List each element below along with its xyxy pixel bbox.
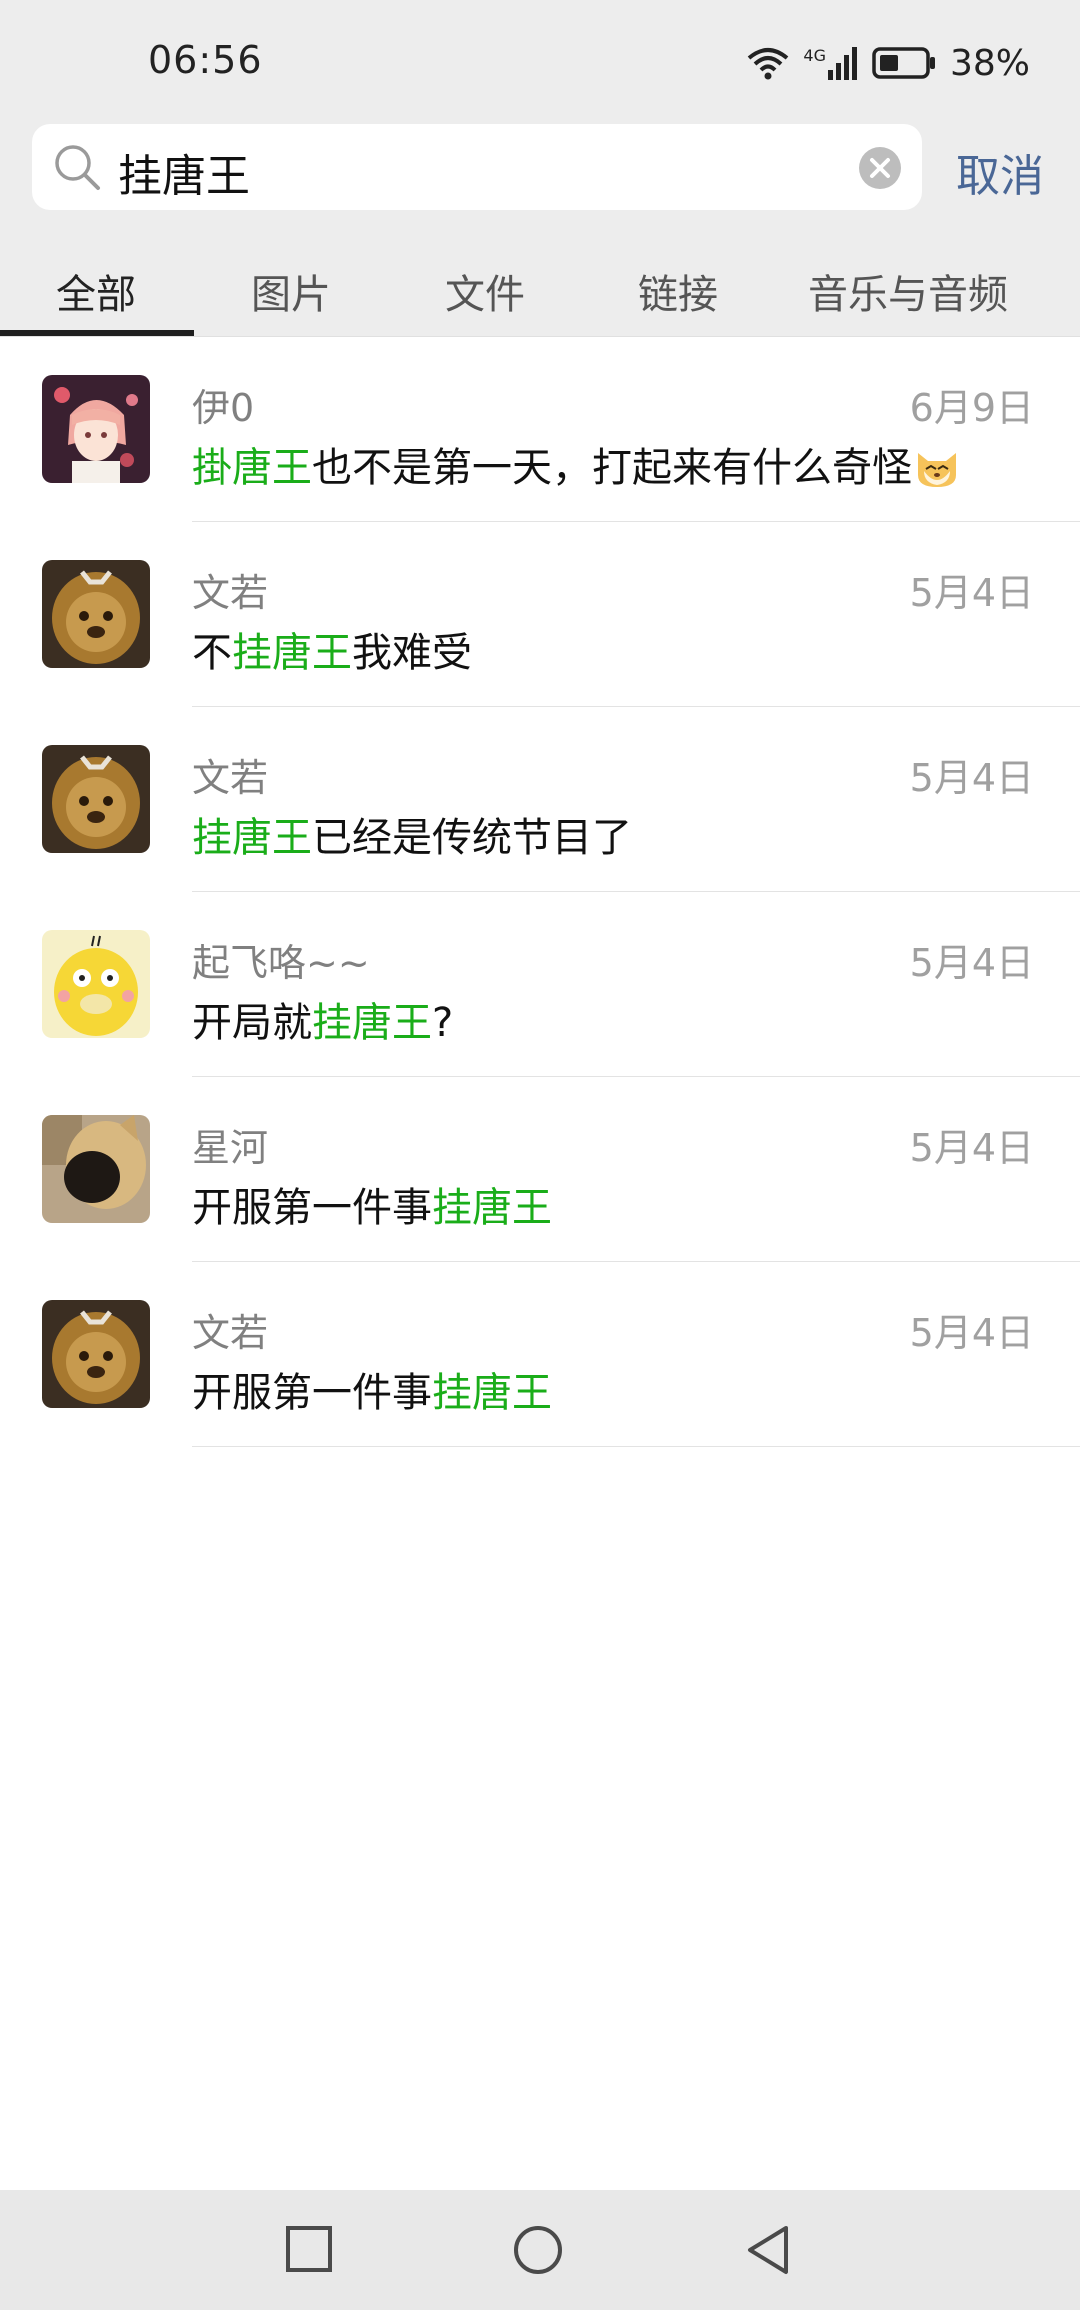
message-snippet: 开服第一件事挂唐王 bbox=[192, 1360, 552, 1418]
tab-files[interactable]: 文件 bbox=[445, 262, 525, 320]
list-item[interactable]: 文若 5月4日 挂唐王已经是传统节目了 bbox=[0, 707, 1080, 892]
cellular-signal-icon: 4G bbox=[803, 46, 858, 80]
back-icon[interactable] bbox=[742, 2224, 794, 2280]
list-item[interactable]: 星河 5月4日 开服第一件事挂唐王 bbox=[0, 1077, 1080, 1262]
cancel-button[interactable]: 取消 bbox=[956, 140, 1044, 204]
avatar bbox=[42, 1115, 150, 1223]
search-query-text: 挂唐王 bbox=[118, 151, 250, 202]
message-date: 5月4日 bbox=[909, 756, 1034, 800]
tab-images[interactable]: 图片 bbox=[251, 262, 331, 320]
avatar bbox=[42, 375, 150, 483]
message-snippet: 不挂唐王我难受 bbox=[192, 620, 472, 678]
divider bbox=[192, 1446, 1080, 1447]
sender-name: 文若 bbox=[192, 756, 269, 800]
system-nav-bar bbox=[0, 2190, 1080, 2310]
tab-all[interactable]: 全部 bbox=[56, 262, 136, 320]
message-date: 5月4日 bbox=[909, 571, 1034, 615]
search-icon bbox=[52, 142, 102, 196]
keyword-highlight: 挂唐王 bbox=[432, 1370, 552, 1416]
message-prefix: 开局就 bbox=[192, 1000, 312, 1046]
avatar bbox=[42, 560, 150, 668]
clear-icon[interactable] bbox=[858, 146, 902, 194]
sender-name: 星河 bbox=[192, 1126, 269, 1170]
search-results-list: 伊0 6月9日 掛唐王也不是第一天，打起来有什么奇怪 文若 5月4日 不挂唐王我… bbox=[0, 337, 1080, 1447]
message-snippet: 开局就挂唐王? bbox=[192, 990, 453, 1048]
sender-name: 文若 bbox=[192, 571, 269, 615]
battery-percent: 38% bbox=[949, 42, 1030, 84]
message-suffix: 我难受 bbox=[352, 630, 472, 676]
avatar bbox=[42, 745, 150, 853]
sender-name: 伊0 bbox=[192, 386, 255, 430]
cat-emoji-icon bbox=[914, 445, 960, 499]
message-suffix: ? bbox=[432, 1000, 454, 1046]
message-prefix: 不 bbox=[192, 630, 232, 676]
list-item[interactable]: 文若 5月4日 开服第一件事挂唐王 bbox=[0, 1262, 1080, 1447]
active-tab-indicator bbox=[0, 330, 194, 336]
sender-name: 起飞咯~~ bbox=[192, 941, 370, 985]
list-item[interactable]: 起飞咯~~ 5月4日 开局就挂唐王? bbox=[0, 892, 1080, 1077]
status-bar: 06:56 4G 38% bbox=[0, 0, 1080, 120]
tab-links[interactable]: 链接 bbox=[638, 262, 718, 320]
search-input[interactable]: 挂唐王 bbox=[32, 124, 922, 210]
sender-name: 文若 bbox=[192, 1311, 269, 1355]
keyword-highlight: 挂唐王 bbox=[232, 630, 352, 676]
status-icons: 4G 38% bbox=[747, 38, 1030, 88]
message-date: 5月4日 bbox=[909, 1311, 1034, 1355]
tab-music-audio[interactable]: 音乐与音频 bbox=[808, 262, 1008, 320]
avatar bbox=[42, 930, 150, 1038]
search-header: 挂唐王 取消 bbox=[0, 120, 1080, 232]
message-snippet: 挂唐王已经是传统节目了 bbox=[192, 805, 632, 863]
wifi-icon bbox=[747, 46, 789, 80]
recent-apps-icon[interactable] bbox=[284, 2224, 334, 2278]
message-snippet: 掛唐王也不是第一天，打起来有什么奇怪 bbox=[192, 435, 960, 499]
message-date: 5月4日 bbox=[909, 1126, 1034, 1170]
battery-icon bbox=[872, 46, 936, 80]
status-time: 06:56 bbox=[148, 38, 263, 82]
message-suffix: 也不是第一天，打起来有什么奇怪 bbox=[312, 445, 912, 491]
message-prefix: 开服第一件事 bbox=[192, 1185, 432, 1231]
message-date: 6月9日 bbox=[909, 386, 1034, 430]
message-date: 5月4日 bbox=[909, 941, 1034, 985]
message-prefix: 开服第一件事 bbox=[192, 1370, 432, 1416]
keyword-highlight: 挂唐王 bbox=[312, 1000, 432, 1046]
home-icon[interactable] bbox=[512, 2224, 564, 2280]
keyword-highlight: 挂唐王 bbox=[432, 1185, 552, 1231]
keyword-highlight: 挂唐王 bbox=[192, 815, 312, 861]
list-item[interactable]: 伊0 6月9日 掛唐王也不是第一天，打起来有什么奇怪 bbox=[0, 337, 1080, 522]
message-suffix: 已经是传统节目了 bbox=[312, 815, 632, 861]
filter-tabs: 全部 图片 文件 链接 音乐与音频 bbox=[0, 232, 1080, 337]
network-type-label: 4G bbox=[803, 46, 826, 65]
list-item[interactable]: 文若 5月4日 不挂唐王我难受 bbox=[0, 522, 1080, 707]
keyword-highlight: 掛唐王 bbox=[192, 445, 312, 491]
avatar bbox=[42, 1300, 150, 1408]
message-snippet: 开服第一件事挂唐王 bbox=[192, 1175, 552, 1233]
